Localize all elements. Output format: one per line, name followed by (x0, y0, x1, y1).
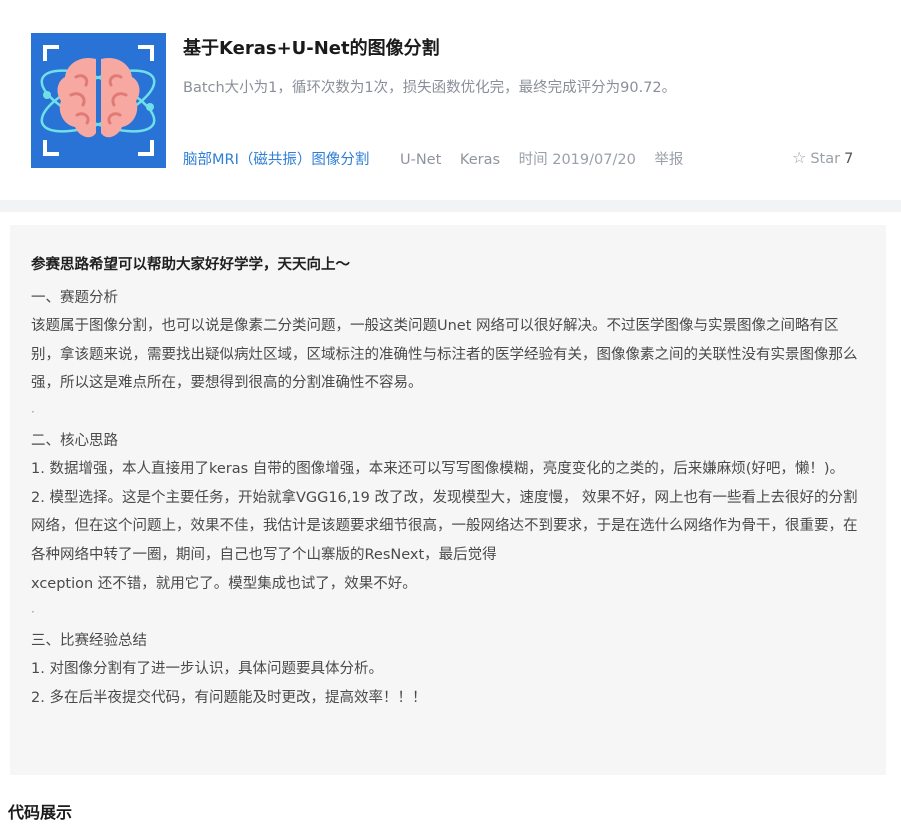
article-lead: 参赛思路希望可以帮助大家好好学学，天天向上～ (31, 257, 350, 273)
project-meta: 脑部MRI（磁共振）图像分割 U-Net Keras 时间 2019/07/20… (183, 148, 683, 169)
category-link[interactable]: 脑部MRI（磁共振）图像分割 (183, 148, 369, 169)
section-2-title: 二、核心思路 (31, 432, 118, 449)
star-icon: ☆ (792, 148, 807, 167)
tag-keras[interactable]: Keras (460, 152, 500, 168)
section-2-paragraph-2: 2. 模型选择。这是个主要任务，开始就拿VGG16,19 改了改，发现模型大，速… (31, 489, 858, 563)
article-card: 参赛思路希望可以帮助大家好好学学，天天向上～ 一、赛题分析 该题属于图像分割，也… (0, 212, 901, 831)
article-content-box: 参赛思路希望可以帮助大家好好学学，天天向上～ 一、赛题分析 该题属于图像分割，也… (10, 225, 886, 775)
separator-dot: · (31, 404, 35, 419)
brain-scan-icon (31, 33, 166, 168)
code-section-title: 代码展示 (8, 803, 73, 822)
section-1-title: 一、赛题分析 (31, 289, 118, 306)
star-count: 7 (844, 151, 854, 167)
star-label: Star (810, 151, 841, 167)
publish-time: 时间 2019/07/20 (518, 152, 636, 168)
project-thumbnail[interactable] (31, 33, 166, 168)
project-header-card: 基于Keras+U-Net的图像分割 Batch大小为1，循环次数为1次，损失函… (0, 0, 901, 200)
section-2-paragraph-1: 1. 数据增强，本人直接用了keras 自带的图像增强，本来还可以写写图像模糊，… (31, 461, 845, 478)
section-3-title: 三、比赛经验总结 (31, 632, 147, 649)
section-3-paragraph-1: 1. 对图像分割有了进一步认识，具体问题要具体分析。 (31, 661, 383, 678)
project-description: Batch大小为1，循环次数为1次，损失函数优化完，最终完成评分为90.72。 (183, 80, 677, 96)
tag-unet[interactable]: U-Net (400, 152, 441, 168)
article-content: 参赛思路希望可以帮助大家好好学学，天天向上～ 一、赛题分析 该题属于图像分割，也… (31, 251, 861, 713)
star-button[interactable]: ☆ Star 7 (792, 148, 853, 167)
project-title[interactable]: 基于Keras+U-Net的图像分割 (183, 34, 440, 60)
report-link[interactable]: 举报 (654, 148, 683, 169)
section-3-paragraph-2: 2. 多在后半夜提交代码，有问题能及时更改，提高效率！！！ (31, 689, 427, 706)
section-2-paragraph-3: xception 还不错，就用它了。模型集成也试了，效果不好。 (31, 575, 417, 592)
separator-dot: · (31, 605, 35, 620)
section-1-body: 该题属于图像分割，也可以说是像素二分类问题，一般这类问题Unet 网络可以很好解… (31, 318, 858, 392)
